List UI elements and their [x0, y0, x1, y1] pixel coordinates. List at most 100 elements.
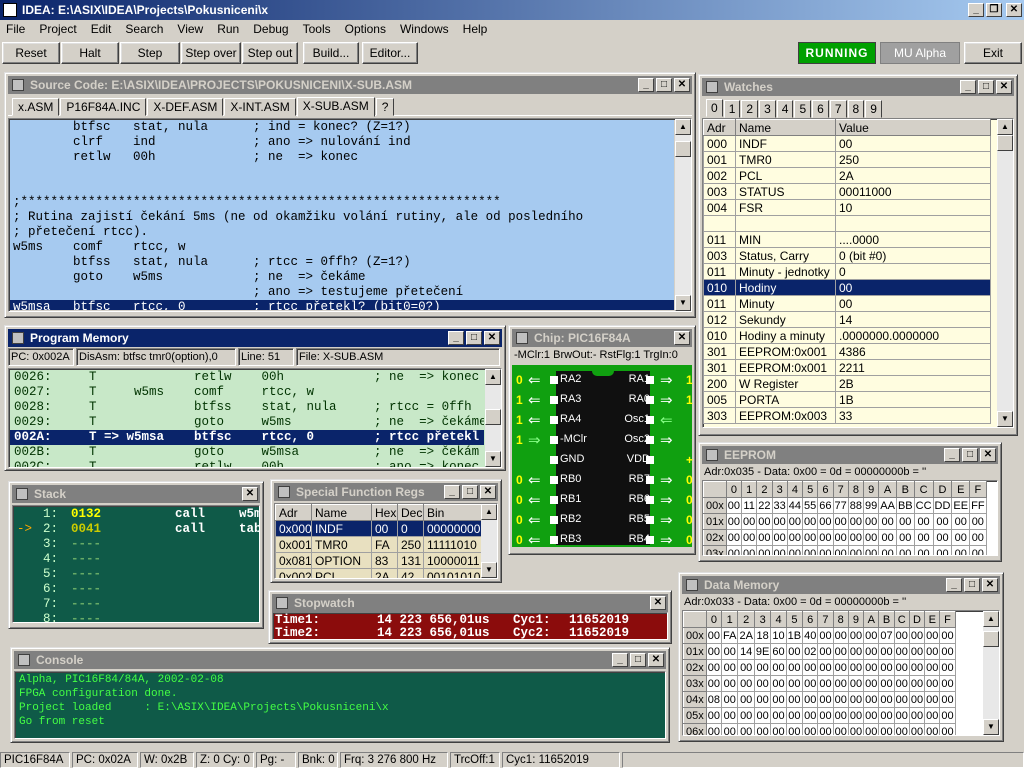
minimize-icon[interactable]: _: [968, 3, 984, 17]
hex-cell[interactable]: 00: [737, 707, 755, 724]
minimize-icon[interactable]: _: [946, 578, 962, 592]
stack-row[interactable]: 1: 0132 call w5ms: [17, 507, 259, 522]
hex-cell[interactable]: 08: [705, 691, 723, 708]
hex-cell[interactable]: 00: [832, 723, 849, 735]
hex-cell[interactable]: 00: [740, 545, 758, 555]
scroll-up-icon[interactable]: ▲: [997, 119, 1013, 135]
minimize-icon[interactable]: _: [612, 653, 628, 667]
hex-cell[interactable]: 00: [720, 659, 739, 676]
chip-pin-rb4[interactable]: RB4 ⇒ 0: [608, 532, 700, 549]
hex-cell[interactable]: 00: [753, 691, 772, 708]
hex-cell[interactable]: 00: [908, 723, 926, 735]
menu-debug[interactable]: Debug: [253, 22, 288, 36]
hex-cell[interactable]: 00: [862, 545, 880, 555]
step-over-button[interactable]: Step over: [181, 42, 241, 64]
stack-row[interactable]: 3: ----: [17, 537, 255, 552]
watch-row[interactable]: 301 EEPROM:0x001 4386: [703, 343, 991, 360]
hex-cell[interactable]: 00: [924, 675, 941, 692]
menu-search[interactable]: Search: [125, 22, 163, 36]
hex-cell[interactable]: 88: [847, 497, 865, 514]
sfr-row[interactable]: 0x002 PCL 2A 42 00101010: [275, 568, 482, 578]
hex-cell[interactable]: 00: [939, 723, 956, 735]
hex-cell[interactable]: 00: [737, 659, 755, 676]
program-row[interactable]: 002B: T goto w5msa ; ne => čekám: [14, 445, 484, 460]
program-row[interactable]: 0027: T w5ms comf rtcc, w: [14, 385, 484, 400]
chip-pin-rb3[interactable]: 0 ⇐ RB3: [512, 532, 602, 549]
hex-cell[interactable]: 00: [756, 513, 773, 530]
menu-options[interactable]: Options: [345, 22, 386, 36]
hex-cell[interactable]: 00: [847, 675, 865, 692]
hex-cell[interactable]: 00: [893, 675, 910, 692]
hex-cell[interactable]: 99: [862, 497, 880, 514]
stack-row[interactable]: 7: ----: [17, 597, 255, 612]
hex-cell[interactable]: 00: [924, 643, 941, 660]
hex-cell[interactable]: 00: [770, 723, 787, 735]
program-row-current[interactable]: 002A: T => w5msa btfsc rtcc, 0 ; rtcc př…: [10, 430, 484, 445]
hex-cell[interactable]: 10: [770, 627, 787, 644]
hex-cell[interactable]: 00: [770, 675, 787, 692]
watch-tab[interactable]: 7: [829, 100, 847, 118]
reset-button[interactable]: Reset: [2, 42, 60, 64]
hex-cell[interactable]: 9E: [753, 643, 772, 660]
hex-cell[interactable]: 00: [817, 545, 834, 555]
sfr-row[interactable]: 0x081 OPTION 83 131 10000011: [275, 552, 482, 569]
hex-cell[interactable]: 00: [878, 659, 895, 676]
hex-cell[interactable]: 00: [770, 707, 787, 724]
close-icon[interactable]: ✕: [980, 448, 996, 462]
watch-row[interactable]: 003 STATUS 00011000: [703, 183, 991, 200]
step-button[interactable]: Step: [120, 42, 180, 64]
hex-cell[interactable]: 00: [786, 513, 804, 530]
hex-cell[interactable]: 00: [863, 691, 880, 708]
hex-cell[interactable]: 00: [893, 627, 910, 644]
hex-cell[interactable]: 00: [878, 529, 897, 546]
watch-row[interactable]: 303 EEPROM:0x003 33: [703, 407, 991, 424]
hex-cell[interactable]: 00: [705, 723, 723, 735]
hex-cell[interactable]: 00: [720, 707, 739, 724]
hex-cell[interactable]: 00: [832, 545, 849, 555]
menu-run[interactable]: Run: [217, 22, 239, 36]
source-tab[interactable]: ?: [375, 98, 395, 116]
hex-cell[interactable]: 00: [913, 513, 934, 530]
chip-pin-vdd[interactable]: VDD +: [608, 453, 700, 469]
hex-cell[interactable]: 00: [847, 707, 865, 724]
hex-cell[interactable]: 00: [863, 659, 880, 676]
hex-cell[interactable]: 00: [753, 707, 772, 724]
watch-row[interactable]: 001 TMR0 250: [703, 151, 991, 168]
chip-pin-rb2[interactable]: 0 ⇐ RB2: [512, 512, 602, 529]
maximize-icon[interactable]: □: [978, 80, 994, 94]
hex-cell[interactable]: 00: [863, 723, 880, 735]
data-memory-scrollbar[interactable]: ▲ ▼: [983, 611, 999, 735]
hex-cell[interactable]: FF: [969, 497, 987, 514]
hex-cell[interactable]: 00: [895, 545, 915, 555]
build-button[interactable]: Build...: [303, 42, 359, 64]
sfr-header[interactable]: Adr: [275, 504, 312, 521]
hex-cell[interactable]: 00: [771, 545, 788, 555]
data-memory-table[interactable]: 0 1 2 3 4 5 6 7 8 9 A B C D E F 00x 00 FA 2A 18 10 1B 40 00 00 00 0…: [683, 611, 956, 735]
chip-pin-rb1[interactable]: 0 ⇐ RB1: [512, 492, 602, 509]
watch-row[interactable]: 012 Sekundy 14: [703, 311, 991, 328]
stack-row[interactable]: -> 2: 0041 call tab: [17, 522, 259, 537]
program-row[interactable]: 0026: T retlw 00h ; ne => konec: [14, 370, 484, 385]
hex-cell[interactable]: 00: [924, 659, 941, 676]
hex-cell[interactable]: 00: [785, 691, 804, 708]
eeprom-table[interactable]: 0 1 2 3 4 5 6 7 8 9 A B C D E F 00x 00 11 22 33 44 55 66 77 88 99 A…: [703, 481, 987, 555]
source-tab[interactable]: X-INT.ASM: [224, 98, 296, 116]
hex-cell[interactable]: 00: [832, 513, 849, 530]
hex-cell[interactable]: 00: [932, 545, 953, 555]
chip-pin-ra0[interactable]: RA0 ⇒ 1: [608, 392, 700, 409]
hex-cell[interactable]: 00: [893, 723, 910, 735]
hex-cell[interactable]: 00: [832, 691, 849, 708]
hex-cell[interactable]: 00: [817, 643, 834, 660]
hex-cell[interactable]: 00: [863, 643, 880, 660]
source-tab[interactable]: X-DEF.ASM: [147, 98, 224, 116]
minimize-icon[interactable]: _: [960, 80, 976, 94]
hex-cell[interactable]: CC: [913, 497, 934, 514]
hex-cell[interactable]: 00: [756, 545, 773, 555]
hex-cell[interactable]: 00: [770, 691, 787, 708]
hex-cell[interactable]: 00: [932, 529, 953, 546]
hex-cell[interactable]: 00: [908, 691, 926, 708]
menu-file[interactable]: File: [6, 22, 25, 36]
chip-pin-osc1[interactable]: Osc1 ⇐: [608, 412, 700, 429]
hex-cell[interactable]: 00: [862, 529, 880, 546]
sfr-scrollbar[interactable]: ▲ ▼: [481, 504, 497, 578]
